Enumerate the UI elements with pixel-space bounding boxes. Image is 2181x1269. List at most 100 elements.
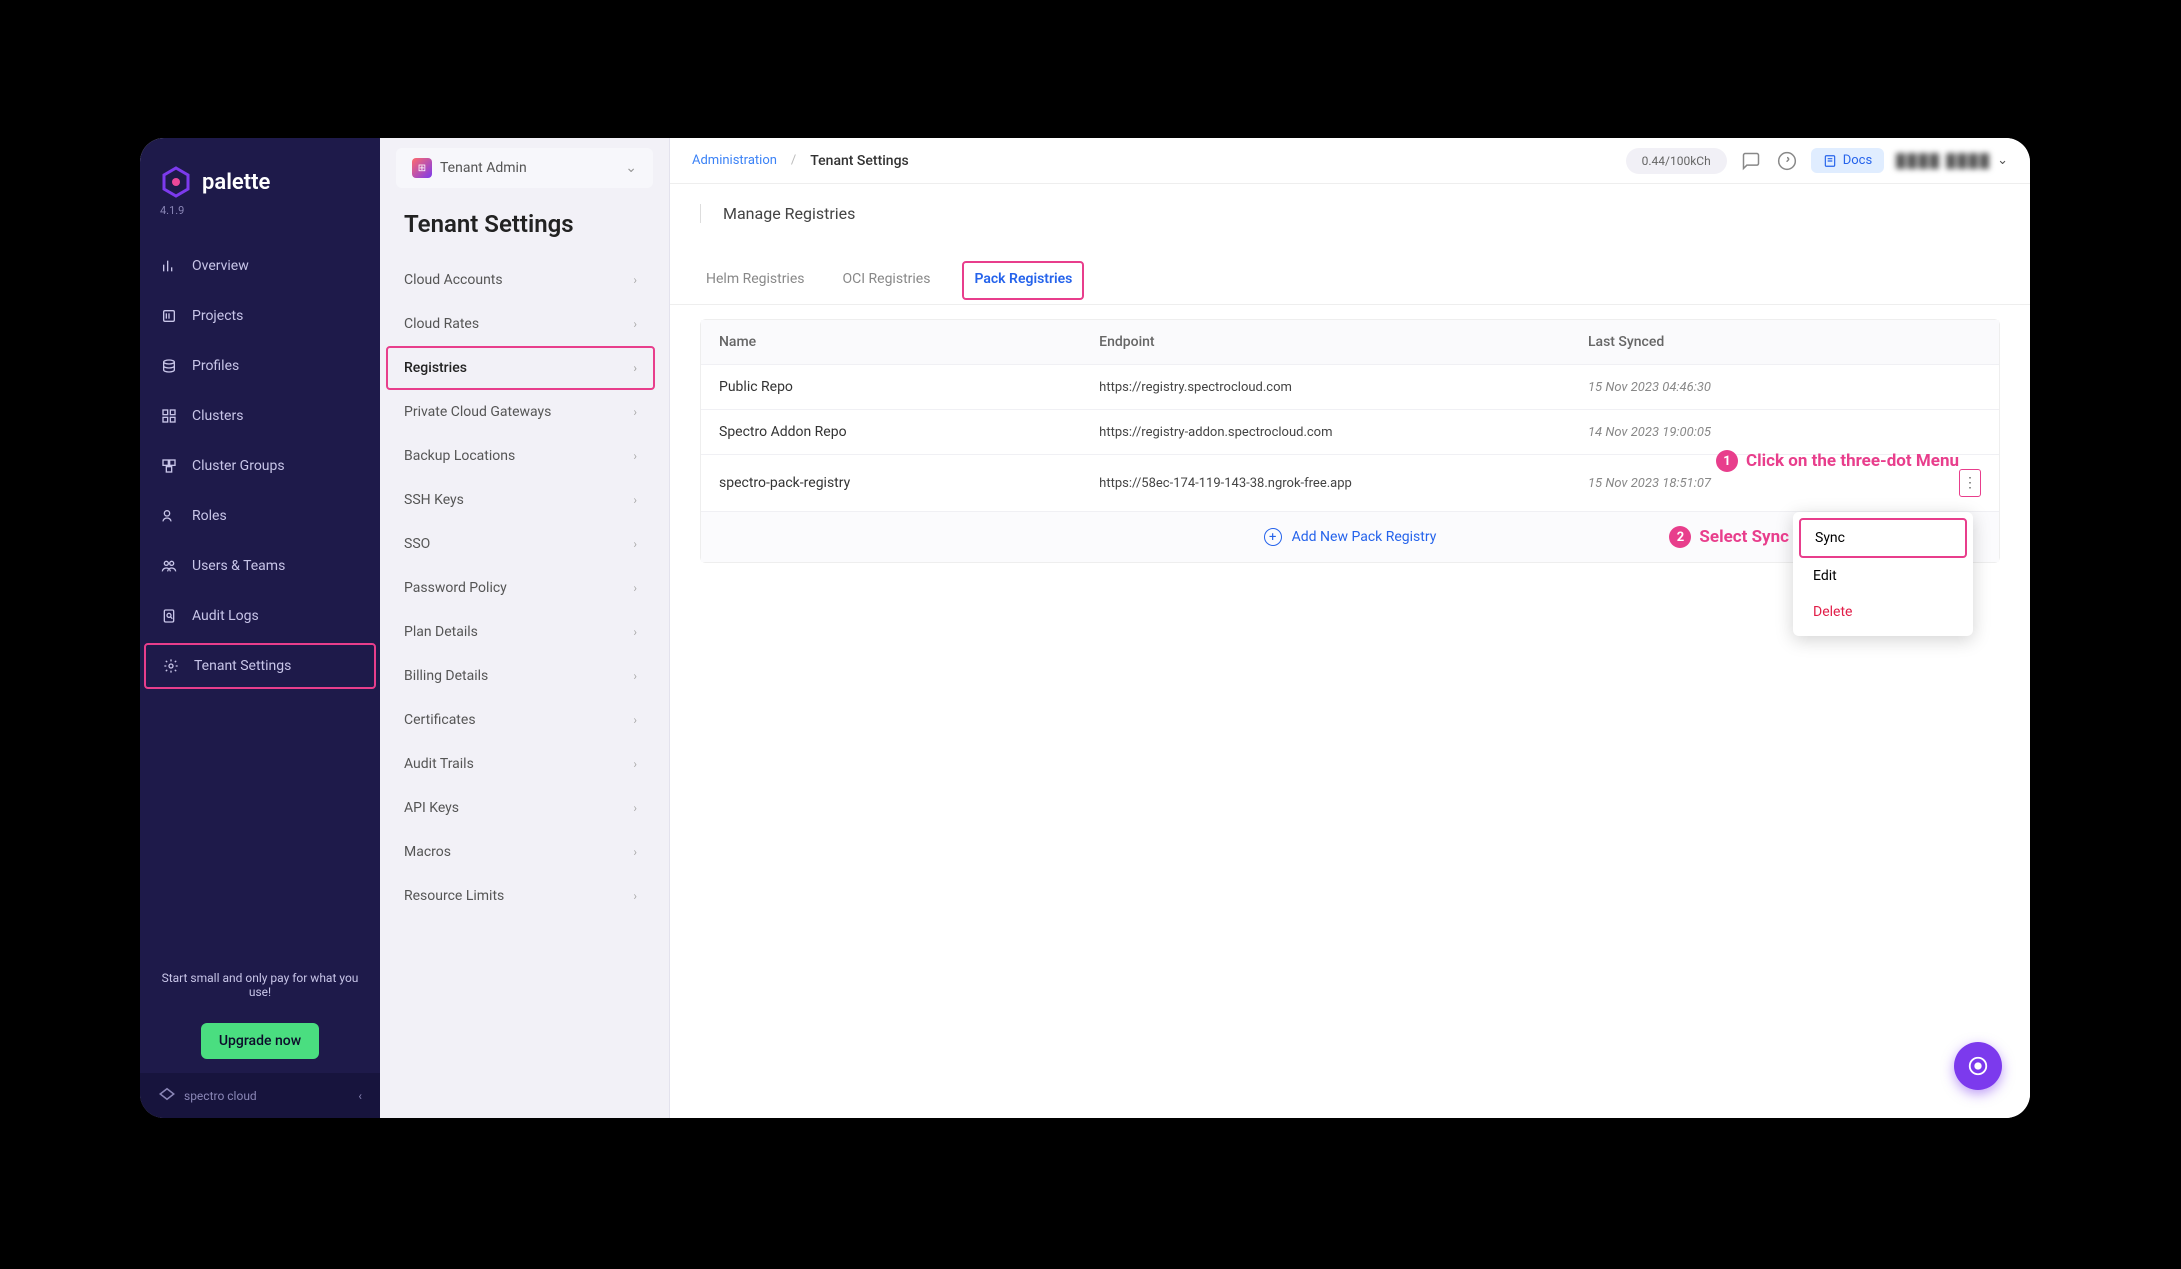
registries-table: Name Endpoint Last Synced Public Repohtt…	[700, 319, 2000, 563]
topbar: Administration / Tenant Settings 0.44/10…	[670, 138, 2030, 184]
context-item-edit[interactable]: Edit	[1799, 558, 1967, 594]
chat-icon[interactable]	[1739, 149, 1763, 173]
setting-item-label: Billing Details	[404, 668, 488, 684]
upsell-text: Start small and only pay for what you us…	[140, 957, 380, 1013]
cell-endpoint: https://registry-addon.spectrocloud.com	[1099, 425, 1588, 440]
setting-item-audit-trails[interactable]: Audit Trails›	[380, 742, 661, 786]
row-actions-button[interactable]: ⋮	[1959, 469, 1981, 497]
primary-sidebar: palette 4.1.9 OverviewProjectsProfilesCl…	[140, 138, 380, 1118]
setting-item-label: API Keys	[404, 800, 459, 816]
setting-item-billing-details[interactable]: Billing Details ›	[380, 654, 661, 698]
setting-item-label: Certificates	[404, 712, 476, 728]
setting-item-cloud-accounts[interactable]: Cloud Accounts›	[380, 258, 661, 302]
setting-item-api-keys[interactable]: API Keys›	[380, 786, 661, 830]
setting-item-label: Registries	[404, 360, 467, 376]
nav-item-label: Roles	[192, 508, 227, 524]
nav-item-overview[interactable]: Overview	[140, 243, 380, 289]
setting-item-resource-limits[interactable]: Resource Limits›	[380, 874, 661, 918]
setting-item-certificates[interactable]: Certificates ›	[380, 698, 661, 742]
stack-icon	[160, 357, 178, 375]
setting-item-private-cloud-gateways[interactable]: Private Cloud Gateways›	[380, 390, 661, 434]
roles-icon	[160, 507, 178, 525]
cell-last-synced: 15 Nov 2023 18:51:07	[1588, 476, 1941, 491]
footer-brand[interactable]: spectro cloud ‹	[140, 1073, 380, 1118]
tenant-selector-label: Tenant Admin	[440, 160, 527, 176]
help-fab[interactable]	[1954, 1042, 2002, 1090]
tab-pack-registries[interactable]: Pack Registries	[962, 261, 1084, 300]
context-item-sync[interactable]: Sync	[1799, 518, 1967, 558]
add-registry-label: Add New Pack Registry	[1292, 529, 1437, 545]
footer-brand-label: spectro cloud	[184, 1089, 257, 1103]
setting-item-sso[interactable]: SSO›	[380, 522, 661, 566]
setting-item-macros[interactable]: Macros›	[380, 830, 661, 874]
nav-item-tenant-settings[interactable]: Tenant Settings	[144, 643, 376, 689]
table-row: Spectro Addon Repohttps://registry-addon…	[701, 409, 1999, 454]
nav-item-label: Projects	[192, 308, 243, 324]
annotation-2: 2 Select Sync	[1669, 526, 1789, 548]
tab-helm-registries[interactable]: Helm Registries	[700, 261, 811, 304]
chevron-down-icon: ⌄	[1997, 153, 2008, 168]
row-context-menu: SyncEditDelete	[1793, 512, 1973, 636]
column-name: Name	[719, 334, 1099, 350]
setting-item-label: Private Cloud Gateways	[404, 404, 551, 420]
tab-oci-registries[interactable]: OCI Registries	[837, 261, 937, 304]
chevron-right-icon: ›	[633, 713, 637, 727]
user-menu[interactable]: ████ ████ ⌄	[1896, 153, 2008, 169]
chevron-left-icon: ‹	[358, 1089, 362, 1103]
tenant-badge-icon: ⊞	[412, 158, 432, 178]
groups-icon	[160, 457, 178, 475]
breadcrumb-root[interactable]: Administration	[692, 153, 777, 168]
upgrade-button[interactable]: Upgrade now	[201, 1023, 319, 1059]
chevron-right-icon: ›	[633, 449, 637, 463]
setting-item-backup-locations[interactable]: Backup Locations›	[380, 434, 661, 478]
nav-item-projects[interactable]: Projects	[140, 293, 380, 339]
nav-item-clusters[interactable]: Clusters	[140, 393, 380, 439]
cell-endpoint: https://registry.spectrocloud.com	[1099, 380, 1588, 395]
chevron-right-icon: ›	[633, 273, 637, 287]
setting-item-label: Password Policy	[404, 580, 507, 596]
nav-list: Overview Projects Profiles Clusters Cluster …	[140, 235, 380, 957]
chevron-right-icon: ›	[633, 493, 637, 507]
settings-sidebar: ⊞ Tenant Admin ⌄ Tenant Settings Cloud A…	[380, 138, 670, 1118]
setting-item-label: Cloud Rates	[404, 316, 479, 332]
tenant-selector[interactable]: ⊞ Tenant Admin ⌄	[396, 148, 653, 188]
settings-list: Cloud Accounts›Cloud Rates›Registries›Pr…	[380, 258, 669, 1118]
setting-item-ssh-keys[interactable]: SSH Keys›	[380, 478, 661, 522]
annotation-2-badge: 2	[1669, 526, 1691, 548]
cell-name: Public Repo	[719, 379, 1099, 395]
chevron-right-icon: ›	[633, 889, 637, 903]
setting-item-registries[interactable]: Registries›	[386, 346, 655, 390]
nav-item-label: Users & Teams	[192, 558, 285, 574]
main-content: Administration / Tenant Settings 0.44/10…	[670, 138, 2030, 1118]
chevron-right-icon: ›	[633, 669, 637, 683]
nav-item-label: Clusters	[192, 408, 243, 424]
chevron-down-icon: ⌄	[625, 160, 637, 176]
gear-icon	[162, 657, 180, 675]
chart-icon	[160, 257, 178, 275]
nav-item-profiles[interactable]: Profiles	[140, 343, 380, 389]
setting-item-plan-details[interactable]: Plan Details›	[380, 610, 661, 654]
settings-page-title: Tenant Settings	[380, 188, 669, 258]
cell-name: Spectro Addon Repo	[719, 424, 1099, 440]
nav-item-users-teams[interactable]: Users & Teams	[140, 543, 380, 589]
table-row: Public Repohttps://registry.spectrocloud…	[701, 364, 1999, 409]
annotation-1: 1 Click on the three-dot Menu	[1716, 450, 1959, 472]
docs-link[interactable]: Docs	[1811, 148, 1884, 173]
brand-name: palette	[202, 170, 270, 195]
nav-item-cluster-groups[interactable]: Cluster Groups	[140, 443, 380, 489]
nav-item-roles[interactable]: Roles	[140, 493, 380, 539]
setting-item-cloud-rates[interactable]: Cloud Rates›	[380, 302, 661, 346]
breadcrumb-current: Tenant Settings	[810, 153, 908, 169]
setting-item-password-policy[interactable]: Password Policy›	[380, 566, 661, 610]
setting-item-label: Audit Trails	[404, 756, 474, 772]
nav-item-label: Tenant Settings	[194, 658, 291, 674]
chevron-right-icon: ›	[633, 537, 637, 551]
context-item-delete[interactable]: Delete	[1799, 594, 1967, 630]
help-icon[interactable]	[1775, 149, 1799, 173]
column-last-synced: Last Synced	[1588, 334, 1941, 350]
plus-circle-icon: +	[1264, 528, 1282, 546]
nav-item-audit-logs[interactable]: Audit Logs	[140, 593, 380, 639]
subpage-title: Manage Registries	[700, 204, 855, 223]
registry-tabs: Helm Registries OCI Registries Pack Regist…	[670, 249, 2030, 305]
nav-item-label: Cluster Groups	[192, 458, 285, 474]
